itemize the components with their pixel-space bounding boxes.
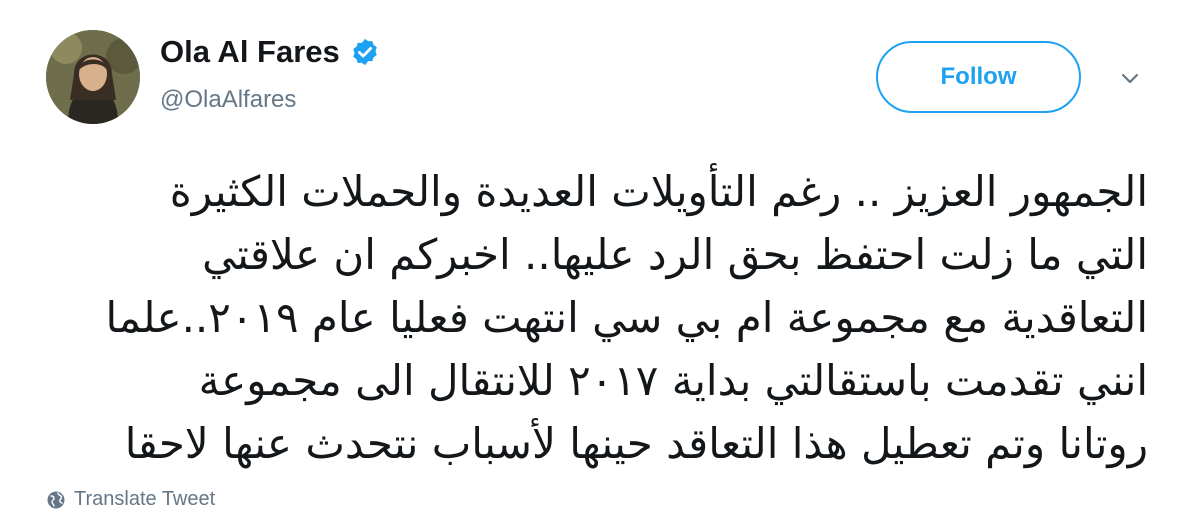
display-name[interactable]: Ola Al Fares (160, 34, 380, 70)
display-name-text[interactable]: Ola Al Fares (160, 34, 340, 70)
translate-tweet-link[interactable]: Translate Tweet (46, 488, 215, 511)
follow-button[interactable]: Follow (876, 41, 1081, 113)
tweet-line-4: انني تقدمت باستقالتي بداية ٢٠١٧ للانتقال… (198, 356, 1148, 405)
avatar[interactable] (46, 30, 140, 124)
translate-tweet-label[interactable]: Translate Tweet (74, 488, 215, 511)
verified-badge-icon (350, 37, 380, 67)
tweet-line-3: التعاقدية مع مجموعة ام بي سي انتهت فعليا… (105, 293, 1148, 342)
user-handle[interactable]: @OlaAlfares (160, 86, 296, 114)
globe-icon (46, 490, 66, 510)
tweet-line-5: روتانا وتم تعطيل هذا التعاقد حينها لأسبا… (124, 419, 1148, 468)
chevron-down-icon[interactable] (1118, 66, 1142, 90)
tweet-text: الجمهور العزيز .. رغم التأويلات العديدة … (40, 160, 1148, 475)
tweet-line-2: التي ما زلت احتفظ بحق الرد عليها.. اخبرك… (202, 230, 1148, 279)
tweet-line-1: الجمهور العزيز .. رغم التأويلات العديدة … (169, 167, 1148, 216)
